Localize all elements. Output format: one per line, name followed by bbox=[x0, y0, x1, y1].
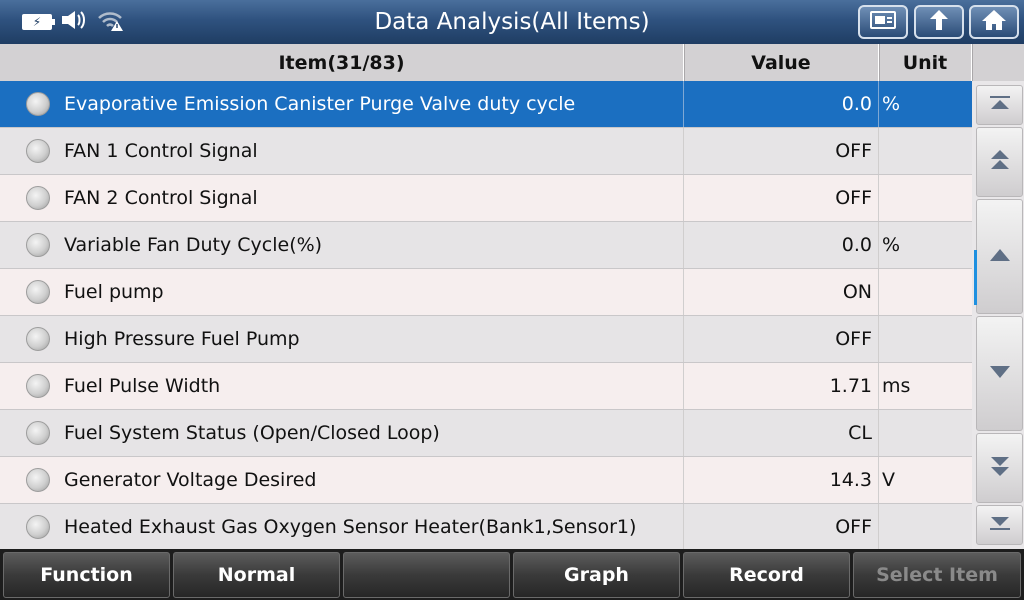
scroll-position-indicator bbox=[974, 250, 977, 305]
item-name: Fuel pump bbox=[64, 281, 164, 303]
table-row[interactable]: Heated Exhaust Gas Oxygen Sensor Heater(… bbox=[0, 504, 972, 550]
home-button[interactable] bbox=[969, 5, 1019, 39]
column-header-value[interactable]: Value bbox=[684, 44, 879, 81]
item-value: 1.71 bbox=[829, 375, 872, 397]
item-name: Fuel System Status (Open/Closed Loop) bbox=[64, 422, 440, 444]
normal-button[interactable]: Normal bbox=[173, 552, 340, 598]
radio-button[interactable] bbox=[26, 280, 50, 304]
table-row[interactable]: Fuel Pulse Width 1.71 ms bbox=[0, 363, 972, 410]
item-unit: V bbox=[882, 469, 895, 491]
table-row[interactable]: Variable Fan Duty Cycle(%) 0.0 % bbox=[0, 222, 972, 269]
line-up-button[interactable] bbox=[976, 199, 1023, 314]
item-value: 14.3 bbox=[829, 469, 872, 491]
select-item-button[interactable]: Select Item bbox=[853, 552, 1021, 598]
table-row[interactable]: Fuel pump ON bbox=[0, 269, 972, 316]
item-unit: % bbox=[882, 234, 901, 256]
item-value: 0.0 bbox=[841, 234, 872, 256]
title-bar: ⚡ Data Analysis(All Items) bbox=[0, 0, 1024, 44]
line-down-icon bbox=[989, 364, 1011, 383]
item-value: OFF bbox=[835, 140, 872, 162]
table-row[interactable]: High Pressure Fuel Pump OFF bbox=[0, 316, 972, 363]
table-header: Item(31/83) Value Unit bbox=[0, 44, 1024, 82]
item-unit: ms bbox=[882, 375, 911, 397]
item-value: CL bbox=[848, 422, 872, 444]
function-button[interactable]: Function bbox=[3, 552, 170, 598]
item-name: FAN 1 Control Signal bbox=[64, 140, 258, 162]
table-row[interactable]: Fuel System Status (Open/Closed Loop) CL bbox=[0, 410, 972, 457]
report-icon bbox=[869, 9, 897, 35]
table-row[interactable]: Evaporative Emission Canister Purge Valv… bbox=[0, 81, 972, 128]
radio-button[interactable] bbox=[26, 515, 50, 539]
blank-button[interactable] bbox=[343, 552, 510, 598]
record-button[interactable]: Record bbox=[683, 552, 850, 598]
data-list: Evaporative Emission Canister Purge Valv… bbox=[0, 81, 972, 550]
table-row[interactable]: Generator Voltage Desired 14.3 V bbox=[0, 457, 972, 504]
radio-button[interactable] bbox=[26, 374, 50, 398]
radio-button[interactable] bbox=[26, 468, 50, 492]
line-up-icon bbox=[989, 247, 1011, 266]
item-value: OFF bbox=[835, 187, 872, 209]
item-name: Generator Voltage Desired bbox=[64, 469, 317, 491]
table-row[interactable]: FAN 1 Control Signal OFF bbox=[0, 128, 972, 175]
back-button[interactable] bbox=[914, 5, 964, 39]
scroll-top-icon bbox=[989, 94, 1011, 116]
page-up-button[interactable] bbox=[976, 127, 1023, 197]
page-down-icon bbox=[989, 454, 1011, 482]
item-name: Heated Exhaust Gas Oxygen Sensor Heater(… bbox=[64, 516, 637, 538]
radio-button[interactable] bbox=[26, 327, 50, 351]
scroll-bottom-button[interactable] bbox=[976, 505, 1023, 545]
item-value: OFF bbox=[835, 516, 872, 538]
page-up-icon bbox=[989, 148, 1011, 176]
radio-button[interactable] bbox=[26, 186, 50, 210]
back-up-icon bbox=[925, 8, 953, 36]
item-name: Evaporative Emission Canister Purge Valv… bbox=[64, 93, 576, 115]
radio-button[interactable] bbox=[26, 421, 50, 445]
item-name: FAN 2 Control Signal bbox=[64, 187, 258, 209]
scroll-bottom-icon bbox=[989, 514, 1011, 536]
table-row[interactable]: FAN 2 Control Signal OFF bbox=[0, 175, 972, 222]
scroll-top-button[interactable] bbox=[976, 85, 1023, 125]
page-down-button[interactable] bbox=[976, 433, 1023, 503]
item-value: ON bbox=[842, 281, 872, 303]
scroll-panel bbox=[972, 81, 1024, 549]
radio-button[interactable] bbox=[26, 233, 50, 257]
item-name: Variable Fan Duty Cycle(%) bbox=[64, 234, 323, 256]
column-header-item[interactable]: Item(31/83) bbox=[0, 44, 684, 81]
item-value: OFF bbox=[835, 328, 872, 350]
report-button[interactable] bbox=[858, 5, 908, 39]
item-name: Fuel Pulse Width bbox=[64, 375, 221, 397]
item-unit: % bbox=[882, 93, 901, 115]
column-header-unit[interactable]: Unit bbox=[879, 44, 972, 81]
function-bar: Function Normal Graph Record Select Item bbox=[0, 549, 1024, 600]
radio-button[interactable] bbox=[26, 139, 50, 163]
item-value: 0.0 bbox=[841, 93, 872, 115]
graph-button[interactable]: Graph bbox=[513, 552, 680, 598]
home-icon bbox=[980, 8, 1008, 36]
item-name: High Pressure Fuel Pump bbox=[64, 328, 300, 350]
radio-button[interactable] bbox=[26, 92, 50, 116]
line-down-button[interactable] bbox=[976, 316, 1023, 431]
